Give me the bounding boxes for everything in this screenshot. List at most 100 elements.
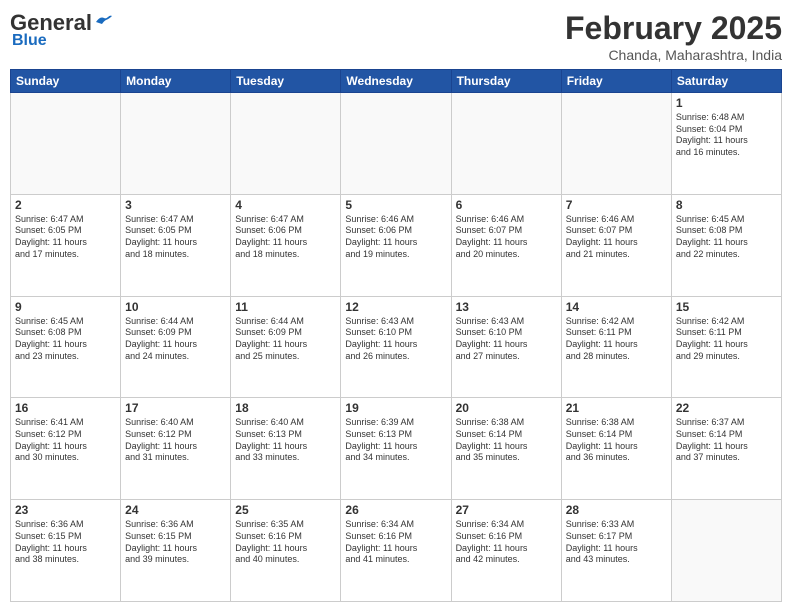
day-number: 20 <box>456 401 557 415</box>
day-info: and 43 minutes. <box>566 554 667 566</box>
table-row: 20Sunrise: 6:38 AMSunset: 6:14 PMDayligh… <box>451 398 561 500</box>
table-row: 12 Sunrise: 6:43 AMSunset: 6:10 PMDayligh… <box>341 296 451 398</box>
day-number: 7 <box>566 198 667 212</box>
day-info: Sunset: 6:16 PM <box>345 531 446 543</box>
col-tuesday: Tuesday <box>231 70 341 93</box>
day-info: Sunset: 6:09 PM <box>235 327 336 339</box>
table-row: 22Sunrise: 6:37 AMSunset: 6:14 PMDayligh… <box>671 398 781 500</box>
col-sunday: Sunday <box>11 70 121 93</box>
table-row: 6Sunrise: 6:46 AMSunset: 6:07 PMDaylight… <box>451 194 561 296</box>
day-info: Daylight: 11 hours <box>456 543 557 555</box>
day-number: 19 <box>345 401 446 415</box>
table-row: 25Sunrise: 6:35 AMSunset: 6:16 PMDayligh… <box>231 500 341 602</box>
day-info: and 31 minutes. <box>125 452 226 464</box>
day-number: 11 <box>235 300 336 314</box>
day-info: Daylight: 11 hours <box>456 441 557 453</box>
day-number: 12 <box>345 300 446 314</box>
day-info: and 41 minutes. <box>345 554 446 566</box>
day-number: 15 <box>676 300 777 314</box>
day-info: Daylight: 11 hours <box>235 339 336 351</box>
logo: General Blue <box>10 10 112 50</box>
day-info: and 21 minutes. <box>566 249 667 261</box>
day-info: Daylight: 11 hours <box>566 339 667 351</box>
day-info: Daylight: 11 hours <box>676 237 777 249</box>
table-row <box>451 93 561 195</box>
day-info: Sunrise: 6:45 AM <box>676 214 777 226</box>
table-row <box>671 500 781 602</box>
day-info: Sunset: 6:12 PM <box>15 429 116 441</box>
day-info: and 25 minutes. <box>235 351 336 363</box>
day-info: Daylight: 11 hours <box>235 237 336 249</box>
logo-blue: Blue <box>10 32 47 50</box>
day-info: and 38 minutes. <box>15 554 116 566</box>
day-number: 9 <box>15 300 116 314</box>
day-info: Sunrise: 6:45 AM <box>15 316 116 328</box>
day-info: Sunset: 6:14 PM <box>566 429 667 441</box>
table-row: 27Sunrise: 6:34 AMSunset: 6:16 PMDayligh… <box>451 500 561 602</box>
day-info: Sunrise: 6:36 AM <box>125 519 226 531</box>
day-info: Sunrise: 6:38 AM <box>456 417 557 429</box>
day-info: Daylight: 11 hours <box>456 339 557 351</box>
calendar-table: Sunday Monday Tuesday Wednesday Thursday… <box>10 69 782 602</box>
calendar-header-row: Sunday Monday Tuesday Wednesday Thursday… <box>11 70 782 93</box>
day-info: and 30 minutes. <box>15 452 116 464</box>
day-number: 23 <box>15 503 116 517</box>
day-number: 22 <box>676 401 777 415</box>
table-row: 23Sunrise: 6:36 AMSunset: 6:15 PMDayligh… <box>11 500 121 602</box>
day-number: 3 <box>125 198 226 212</box>
day-info: Sunrise: 6:44 AM <box>125 316 226 328</box>
day-number: 1 <box>676 96 777 110</box>
day-info: Daylight: 11 hours <box>676 339 777 351</box>
day-number: 24 <box>125 503 226 517</box>
day-info: and 35 minutes. <box>456 452 557 464</box>
day-info: Sunrise: 6:43 AM <box>345 316 446 328</box>
day-info: Daylight: 11 hours <box>125 237 226 249</box>
day-number: 28 <box>566 503 667 517</box>
table-row <box>231 93 341 195</box>
day-number: 2 <box>15 198 116 212</box>
col-thursday: Thursday <box>451 70 561 93</box>
day-number: 25 <box>235 503 336 517</box>
calendar-week-row: 23Sunrise: 6:36 AMSunset: 6:15 PMDayligh… <box>11 500 782 602</box>
day-info: Sunrise: 6:40 AM <box>235 417 336 429</box>
table-row: 7Sunrise: 6:46 AMSunset: 6:07 PMDaylight… <box>561 194 671 296</box>
day-info: Daylight: 11 hours <box>676 441 777 453</box>
day-info: Sunrise: 6:44 AM <box>235 316 336 328</box>
table-row <box>341 93 451 195</box>
day-info: Sunset: 6:16 PM <box>235 531 336 543</box>
table-row: 1Sunrise: 6:48 AMSunset: 6:04 PMDaylight… <box>671 93 781 195</box>
day-number: 4 <box>235 198 336 212</box>
day-info: Sunset: 6:12 PM <box>125 429 226 441</box>
table-row: 5Sunrise: 6:46 AMSunset: 6:06 PMDaylight… <box>341 194 451 296</box>
day-info: Sunrise: 6:34 AM <box>456 519 557 531</box>
day-info: Daylight: 11 hours <box>456 237 557 249</box>
page: General Blue February 2025 Chanda, Mahar… <box>0 0 792 612</box>
day-number: 26 <box>345 503 446 517</box>
day-info: and 40 minutes. <box>235 554 336 566</box>
day-info: Sunrise: 6:43 AM <box>456 316 557 328</box>
day-number: 18 <box>235 401 336 415</box>
day-info: and 23 minutes. <box>15 351 116 363</box>
day-info: Daylight: 11 hours <box>345 339 446 351</box>
day-info: Daylight: 11 hours <box>125 441 226 453</box>
table-row: 14Sunrise: 6:42 AMSunset: 6:11 PMDayligh… <box>561 296 671 398</box>
table-row: 28Sunrise: 6:33 AMSunset: 6:17 PMDayligh… <box>561 500 671 602</box>
day-info: Sunrise: 6:47 AM <box>125 214 226 226</box>
table-row <box>121 93 231 195</box>
day-info: Sunset: 6:09 PM <box>125 327 226 339</box>
day-info: Sunset: 6:10 PM <box>345 327 446 339</box>
day-info: Daylight: 11 hours <box>15 441 116 453</box>
day-info: and 34 minutes. <box>345 452 446 464</box>
day-number: 14 <box>566 300 667 314</box>
day-info: Daylight: 11 hours <box>125 543 226 555</box>
table-row: 21Sunrise: 6:38 AMSunset: 6:14 PMDayligh… <box>561 398 671 500</box>
day-info: Sunrise: 6:39 AM <box>345 417 446 429</box>
month-year: February 2025 <box>565 10 782 47</box>
day-info: and 22 minutes. <box>676 249 777 261</box>
day-info: Daylight: 11 hours <box>345 237 446 249</box>
day-info: and 18 minutes. <box>235 249 336 261</box>
day-info: Sunset: 6:06 PM <box>345 225 446 237</box>
day-info: and 18 minutes. <box>125 249 226 261</box>
day-number: 17 <box>125 401 226 415</box>
day-info: Sunrise: 6:38 AM <box>566 417 667 429</box>
